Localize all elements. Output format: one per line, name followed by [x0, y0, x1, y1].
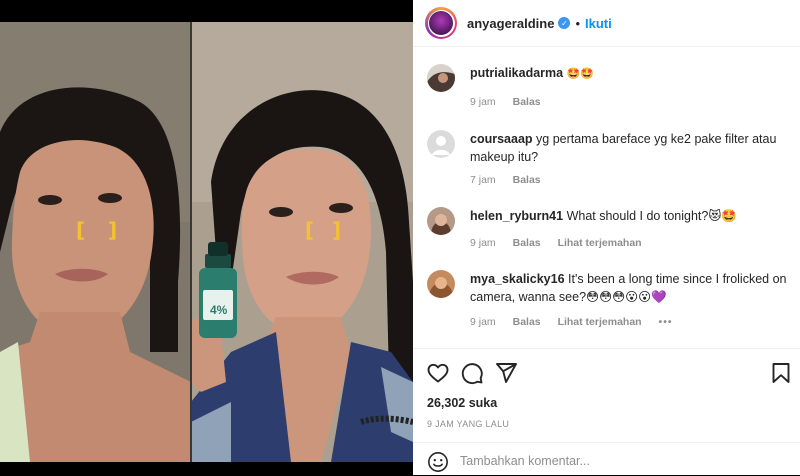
- post-header: anyageraldine ✓ • Ikuti: [413, 0, 800, 47]
- bookmark-icon[interactable]: [769, 361, 793, 385]
- reply-button[interactable]: Balas: [513, 96, 541, 108]
- comments-list: putrialikadarma 🤩🤩 9 jam Balas coursaaap…: [413, 48, 800, 348]
- comment-meta: 9 jam Balas Lihat terjemahan •••: [470, 316, 687, 328]
- comment-time: 9 jam: [470, 237, 496, 249]
- more-options-icon[interactable]: •••: [659, 316, 673, 328]
- commenter-username[interactable]: putrialikadarma: [470, 66, 563, 80]
- commenter-username[interactable]: coursaaap: [470, 132, 533, 146]
- highlight-bracket-open: [: [76, 218, 86, 242]
- heart-icon[interactable]: [426, 361, 450, 385]
- commenter-avatar[interactable]: [427, 64, 455, 92]
- svg-text:4%: 4%: [210, 303, 228, 317]
- photo-bareface: [ ]: [0, 22, 191, 462]
- follow-button[interactable]: Ikuti: [585, 16, 612, 31]
- comment-text: 🤩🤩: [566, 67, 594, 80]
- comment-text: What should I do tonight?😻🤩: [566, 209, 737, 223]
- comment-input[interactable]: [460, 451, 780, 471]
- commenter-avatar[interactable]: [427, 270, 455, 298]
- photo-divider: [190, 22, 192, 462]
- translate-button[interactable]: Lihat terjemahan: [558, 237, 642, 249]
- verified-badge-icon: ✓: [558, 17, 571, 29]
- comment-time: 9 jam: [470, 316, 496, 328]
- photo-with-serum: 4% [ ]: [191, 22, 413, 462]
- commenter-avatar[interactable]: [427, 207, 455, 235]
- comment-meta: 9 jam Balas: [470, 96, 555, 108]
- commenter-username[interactable]: helen_ryburn41: [470, 209, 563, 223]
- comment-icon[interactable]: [460, 361, 484, 385]
- author-avatar[interactable]: [425, 7, 457, 39]
- post-details-panel: anyageraldine ✓ • Ikuti putrialikadarma …: [413, 0, 800, 475]
- media-bottom-bar: [0, 462, 413, 475]
- comment-meta: 9 jam Balas Lihat terjemahan: [470, 237, 656, 249]
- translate-button[interactable]: Lihat terjemahan: [558, 316, 642, 328]
- highlight-bracket-close: ]: [108, 218, 118, 242]
- instagram-post-view: [ ] 4% [] anyageraldine ✓ • Ikuti putri…: [0, 0, 800, 475]
- comment-time: 7 jam: [470, 174, 496, 186]
- post-actions: 26,302 suka 9 JAM YANG LALU: [413, 348, 800, 475]
- photo-with-serum-illustration: 4%: [191, 22, 413, 462]
- add-comment-bar: [413, 442, 800, 476]
- post-media: [ ] 4% []: [0, 0, 413, 475]
- photo-bareface-illustration: [0, 22, 191, 462]
- highlight-bracket-open: [: [305, 218, 315, 242]
- comment-meta: 7 jam Balas: [470, 174, 555, 186]
- commenter-username[interactable]: mya_skalicky16: [470, 272, 565, 286]
- reply-button[interactable]: Balas: [513, 316, 541, 328]
- comment-time: 9 jam: [470, 96, 496, 108]
- reply-button[interactable]: Balas: [513, 237, 541, 249]
- like-count[interactable]: 26,302 suka: [427, 396, 497, 410]
- header-separator: •: [575, 15, 580, 31]
- smile-icon[interactable]: [427, 451, 449, 473]
- author-avatar-image: [429, 11, 453, 35]
- paper-plane-icon[interactable]: [494, 361, 518, 385]
- commenter-avatar[interactable]: [427, 130, 455, 158]
- reply-button[interactable]: Balas: [513, 174, 541, 186]
- media-top-bar: [0, 0, 413, 22]
- highlight-bracket-close: ]: [332, 218, 342, 242]
- author-username[interactable]: anyageraldine: [467, 16, 554, 31]
- post-timestamp: 9 JAM YANG LALU: [427, 419, 510, 429]
